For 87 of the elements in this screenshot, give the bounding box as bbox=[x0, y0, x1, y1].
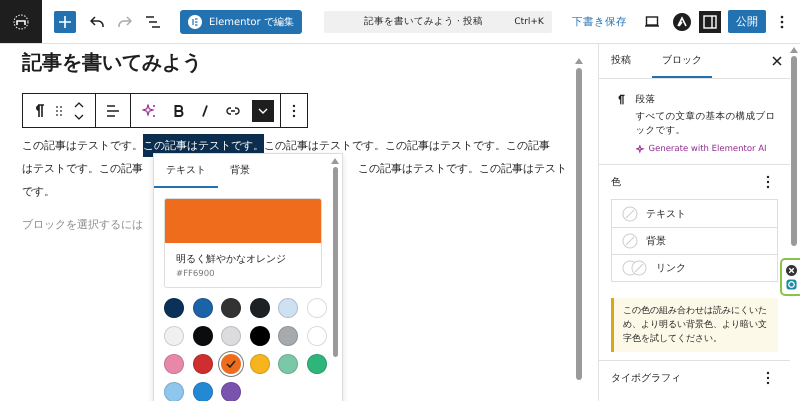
empty-color-icon bbox=[622, 206, 638, 222]
list-view-icon[interactable] bbox=[146, 16, 160, 28]
extension-icon[interactable] bbox=[786, 278, 796, 290]
options-icon[interactable] bbox=[780, 14, 784, 28]
color-swatch[interactable] bbox=[221, 326, 242, 346]
command-bar[interactable]: 記事を書いてみよう · 投稿 Ctrl+K bbox=[324, 10, 552, 32]
chevron-down-icon bbox=[258, 108, 268, 114]
color-swatch[interactable] bbox=[192, 326, 213, 346]
close-icon[interactable] bbox=[786, 264, 796, 276]
options-icon[interactable] bbox=[766, 371, 770, 385]
generate-ai-link[interactable]: Generate with Elementor AI bbox=[636, 144, 778, 154]
paragraph-text: この記事はテストです。 bbox=[22, 138, 143, 154]
color-swatch[interactable] bbox=[221, 298, 242, 318]
scroll-up-icon[interactable] bbox=[331, 158, 339, 164]
contrast-notice: この色の組み合わせは読みにくいため、より明るい背景色、より暗い文字色を試してください。 bbox=[611, 298, 778, 352]
paragraph-text: この記事はテストです。この記事はテスト bbox=[358, 161, 567, 177]
move-arrows-icon[interactable] bbox=[74, 102, 84, 120]
add-block-button[interactable] bbox=[54, 10, 76, 32]
color-swatch[interactable] bbox=[164, 382, 184, 401]
check-icon bbox=[226, 360, 236, 368]
color-swatch[interactable] bbox=[250, 354, 270, 374]
empty-colors-icon bbox=[622, 260, 648, 276]
color-swatch[interactable] bbox=[164, 326, 184, 346]
color-swatch[interactable] bbox=[164, 354, 184, 374]
elementor-edit-button[interactable]: Elementor で編集 bbox=[180, 10, 302, 34]
panel-title: 色 bbox=[611, 176, 621, 189]
italic-icon[interactable] bbox=[202, 104, 208, 116]
save-draft-link[interactable]: 下書き保存 bbox=[572, 14, 627, 28]
elementor-icon bbox=[188, 14, 202, 28]
drag-handle-icon[interactable] bbox=[56, 106, 62, 116]
extension-widget[interactable] bbox=[780, 258, 800, 296]
panel-title: タイポグラフィ bbox=[611, 372, 681, 385]
paragraph-text: この記事はテストです。この記事はテストです。この記事 bbox=[264, 138, 550, 154]
color-setting-item[interactable]: テキスト bbox=[612, 200, 777, 227]
sidebar-tab[interactable]: 投稿 bbox=[611, 44, 640, 78]
link-icon[interactable] bbox=[226, 106, 240, 114]
color-swatch[interactable] bbox=[221, 382, 242, 401]
color-swatch[interactable] bbox=[250, 298, 270, 318]
undo-icon[interactable] bbox=[90, 16, 104, 28]
sparkle-icon bbox=[636, 144, 644, 154]
color-swatch[interactable] bbox=[164, 298, 184, 318]
color-swatch[interactable] bbox=[221, 354, 242, 374]
options-icon[interactable] bbox=[766, 175, 770, 189]
plugin-circle-icon[interactable] bbox=[673, 12, 691, 30]
settings-toggle[interactable] bbox=[699, 10, 721, 32]
paragraph-text: はテストです。この記事 bbox=[22, 161, 143, 177]
color-swatch[interactable] bbox=[192, 382, 213, 401]
block-description: すべての文章の基本の構成ブロックです。 bbox=[636, 110, 776, 138]
color-swatch[interactable] bbox=[278, 326, 298, 346]
scrollbar-thumb[interactable] bbox=[576, 68, 582, 380]
color-swatch[interactable] bbox=[192, 298, 213, 318]
color-swatch[interactable] bbox=[306, 298, 327, 318]
close-icon[interactable] bbox=[772, 56, 782, 66]
color-name: 明るく鮮やかなオレンジ bbox=[176, 252, 287, 266]
color-setting-item[interactable]: 背景 bbox=[612, 227, 777, 254]
color-swatch[interactable] bbox=[192, 354, 213, 374]
color-swatch[interactable] bbox=[306, 326, 327, 346]
paragraph-icon[interactable] bbox=[34, 104, 44, 117]
laptop-icon[interactable] bbox=[645, 16, 659, 27]
sidebar-panel-icon bbox=[703, 14, 717, 28]
color-tab[interactable]: テキスト bbox=[154, 154, 218, 188]
block-placeholder[interactable]: ブロックを選択するには bbox=[22, 217, 598, 232]
empty-color-icon bbox=[622, 233, 638, 249]
paragraph-text: です。 bbox=[22, 184, 55, 200]
color-tab[interactable]: 背景 bbox=[218, 154, 262, 188]
color-swatch[interactable] bbox=[278, 298, 298, 318]
bold-icon[interactable] bbox=[174, 104, 184, 116]
color-swatch[interactable] bbox=[278, 354, 298, 374]
scrollbar-thumb[interactable] bbox=[791, 56, 797, 246]
site-logo[interactable] bbox=[0, 0, 42, 43]
plus-icon bbox=[59, 16, 71, 28]
color-setting-item[interactable]: リンク bbox=[612, 254, 777, 281]
paragraph-icon bbox=[617, 93, 624, 106]
scroll-up-icon[interactable] bbox=[575, 58, 583, 64]
color-swatch[interactable] bbox=[306, 354, 327, 374]
color-code: #FF6900 bbox=[176, 268, 216, 278]
color-swatch[interactable] bbox=[250, 326, 270, 346]
block-name: 段落 bbox=[636, 93, 656, 106]
align-icon[interactable] bbox=[107, 104, 119, 116]
more-formats-button[interactable] bbox=[252, 100, 274, 122]
options-icon[interactable] bbox=[292, 104, 296, 118]
sparkle-icon[interactable] bbox=[142, 104, 156, 118]
sidebar-tab[interactable]: ブロック bbox=[652, 44, 712, 78]
post-title[interactable]: 記事を書いてみよう bbox=[22, 50, 598, 74]
scrollbar-thumb[interactable] bbox=[332, 167, 338, 357]
publish-button[interactable]: 公開 bbox=[728, 10, 766, 33]
scroll-up-icon[interactable] bbox=[790, 47, 798, 53]
